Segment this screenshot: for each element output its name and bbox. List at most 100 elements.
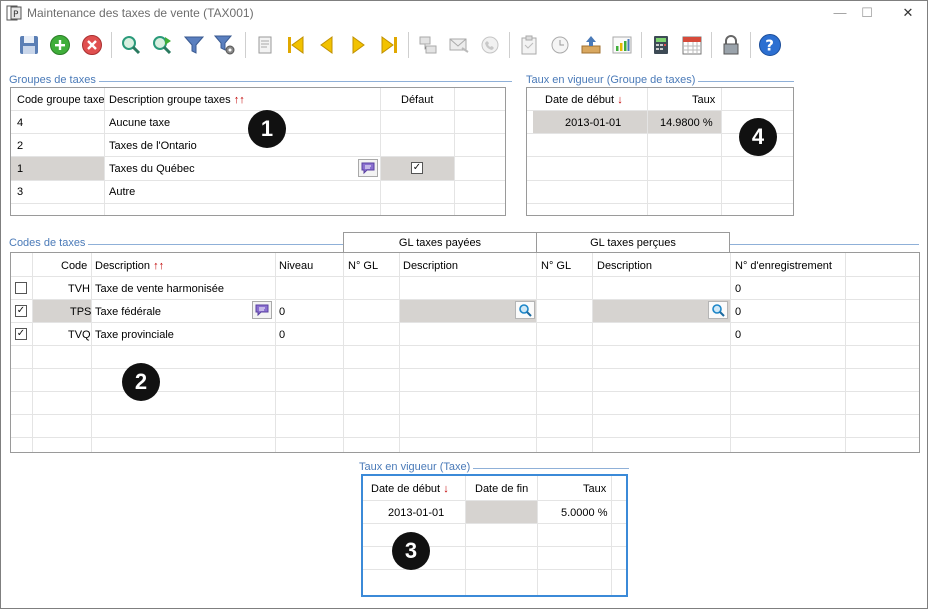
- phone-button[interactable]: [476, 31, 504, 59]
- search-button[interactable]: [117, 31, 145, 59]
- bar-chart-icon: [612, 36, 632, 54]
- minimize-button[interactable]: —: [830, 4, 850, 22]
- tax-description-cell[interactable]: Taxe provinciale: [95, 329, 174, 341]
- col-header-start-date[interactable]: Date de début ↓: [545, 94, 623, 106]
- gl-received-lookup-button[interactable]: [708, 301, 728, 319]
- col-header-gl-recv-no[interactable]: N° GL: [541, 260, 571, 272]
- col-header-group-code[interactable]: Code groupe taxe: [17, 94, 104, 106]
- level-cell[interactable]: 0: [279, 329, 285, 341]
- group-description-cell[interactable]: Taxes du Québec: [109, 163, 195, 175]
- lock-icon: [723, 35, 739, 55]
- registration-cell[interactable]: 0: [735, 306, 741, 318]
- save-button[interactable]: [15, 31, 43, 59]
- tax-code-cell[interactable]: TVH: [68, 283, 90, 295]
- export-button[interactable]: [577, 31, 605, 59]
- export-tray-icon: [581, 36, 601, 54]
- first-icon: [288, 36, 304, 54]
- speech-bubble-icon: [361, 162, 375, 174]
- tax-description-cell[interactable]: Taxe fédérale: [95, 306, 161, 318]
- delete-button[interactable]: [78, 31, 106, 59]
- tax-rate-value-cell[interactable]: 5.0000 %: [561, 507, 607, 519]
- tax-description-cell[interactable]: Taxe de vente harmonisée: [95, 283, 224, 295]
- filter-gear-icon: [214, 35, 235, 55]
- group-code-cell[interactable]: 4: [17, 117, 23, 129]
- group-code-cell[interactable]: 1: [17, 163, 23, 175]
- help-button[interactable]: ?: [756, 31, 784, 59]
- next-record-button[interactable]: [344, 31, 372, 59]
- clock-icon: [551, 36, 569, 54]
- svg-text:P: P: [13, 10, 19, 20]
- col-header-rate[interactable]: Taux: [692, 94, 715, 106]
- callout-2: 2: [122, 363, 160, 401]
- col-header-registration[interactable]: N° d'enregistrement: [735, 260, 832, 272]
- col-header-start-date[interactable]: Date de début ↓: [371, 483, 449, 495]
- col-header-group-description[interactable]: Description groupe taxes ↑↑: [109, 94, 245, 106]
- calculator-icon: [654, 36, 668, 54]
- col-header-gl-paid-desc[interactable]: Description: [403, 260, 458, 272]
- col-header-rate[interactable]: Taux: [583, 483, 606, 495]
- next-icon: [352, 36, 365, 54]
- maximize-button[interactable]: ☐: [857, 4, 877, 22]
- rate-value-cell[interactable]: 14.9800 %: [660, 117, 713, 129]
- gl-paid-lookup-button[interactable]: [515, 301, 535, 319]
- tax-code-checkbox[interactable]: [15, 282, 27, 294]
- note-button[interactable]: [358, 159, 378, 177]
- calendar-button[interactable]: [678, 31, 706, 59]
- tax-rate-start-cell[interactable]: 2013-01-01: [388, 507, 444, 519]
- magnifier-icon: [519, 304, 532, 317]
- rate-start-date-cell[interactable]: 2013-01-01: [565, 117, 621, 129]
- group-description-cell[interactable]: Autre: [109, 186, 135, 198]
- col-header-default[interactable]: Défaut: [401, 94, 433, 106]
- calculator-button[interactable]: [647, 31, 675, 59]
- tax-code-cell[interactable]: TVQ: [68, 329, 91, 341]
- registration-cell[interactable]: 0: [735, 329, 741, 341]
- chart-button[interactable]: [608, 31, 636, 59]
- group-description-cell[interactable]: Taxes de l'Ontario: [109, 140, 197, 152]
- search-arrow-icon: [153, 36, 172, 55]
- tax-code-checkbox[interactable]: ✓: [15, 305, 27, 317]
- toolbar: ?: [1, 27, 927, 63]
- previous-record-button[interactable]: [313, 31, 341, 59]
- col-header-gl-recv-desc[interactable]: Description: [597, 260, 652, 272]
- level-cell[interactable]: 0: [279, 306, 285, 318]
- tax-code-checkbox[interactable]: ✓: [15, 328, 27, 340]
- report-button[interactable]: [251, 31, 279, 59]
- filter-button[interactable]: [180, 31, 208, 59]
- history-button[interactable]: [546, 31, 574, 59]
- col-header-end-date[interactable]: Date de fin: [475, 483, 528, 495]
- filter-settings-button[interactable]: [211, 31, 239, 59]
- group-code-cell[interactable]: 3: [17, 186, 23, 198]
- speech-bubble-icon: [255, 304, 269, 316]
- main-window: P Maintenance des taxes de vente (TAX001…: [0, 0, 928, 609]
- delete-icon: [82, 35, 102, 55]
- default-checkbox[interactable]: ✓: [411, 162, 423, 174]
- callout-1: 1: [248, 110, 286, 148]
- add-button[interactable]: [46, 31, 74, 59]
- group-rates-label: Taux en vigueur (Groupe de taxes): [526, 74, 699, 86]
- tax-groups-label: Groupes de taxes: [9, 74, 99, 86]
- col-header-gl-paid-no[interactable]: N° GL: [348, 260, 378, 272]
- group-description-cell[interactable]: Aucune taxe: [109, 117, 170, 129]
- tax-code-cell[interactable]: TPS: [70, 306, 91, 318]
- registration-cell[interactable]: 0: [735, 283, 741, 295]
- search-next-button[interactable]: [148, 31, 176, 59]
- first-record-button[interactable]: [282, 31, 310, 59]
- gl-received-header: GL taxes perçues: [536, 232, 730, 253]
- callout-4: 4: [739, 118, 777, 156]
- last-record-button[interactable]: [375, 31, 403, 59]
- clipboard-button[interactable]: [515, 31, 543, 59]
- lock-button[interactable]: [717, 31, 745, 59]
- workflow-button[interactable]: [414, 31, 442, 59]
- col-header-level[interactable]: Niveau: [279, 260, 313, 272]
- close-window-button[interactable]: ✕: [898, 4, 918, 22]
- save-icon: [20, 36, 38, 54]
- col-header-description[interactable]: Description ↑↑: [95, 260, 164, 272]
- col-header-code[interactable]: Code: [61, 260, 87, 272]
- note-button[interactable]: [252, 301, 272, 319]
- filter-icon: [183, 36, 205, 54]
- magnifier-icon: [712, 304, 725, 317]
- tax-codes-label: Codes de taxes: [9, 237, 89, 249]
- email-button[interactable]: [445, 31, 473, 59]
- tax-groups-grid: Code groupe taxe Description groupe taxe…: [10, 87, 506, 216]
- group-code-cell[interactable]: 2: [17, 140, 23, 152]
